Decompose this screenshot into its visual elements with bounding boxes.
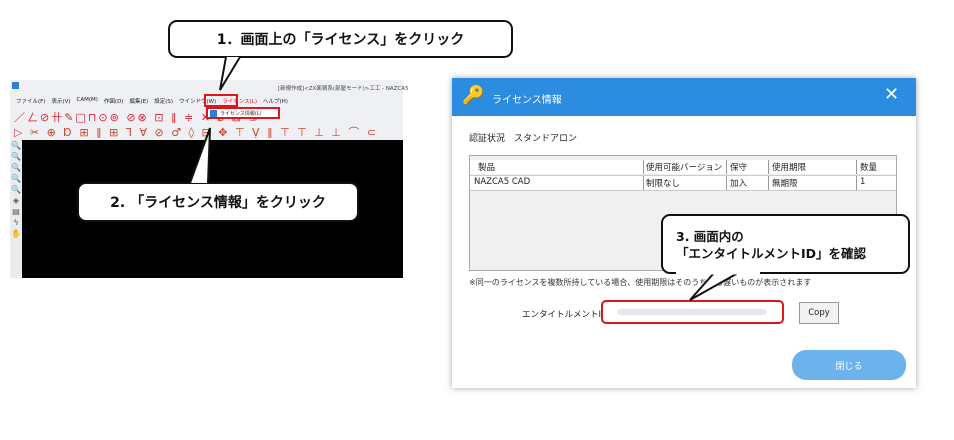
step3-pointer bbox=[689, 272, 739, 301]
step1-pointer bbox=[219, 56, 241, 91]
callout-connectors bbox=[189, 56, 760, 301]
step2-pointer bbox=[189, 127, 211, 184]
